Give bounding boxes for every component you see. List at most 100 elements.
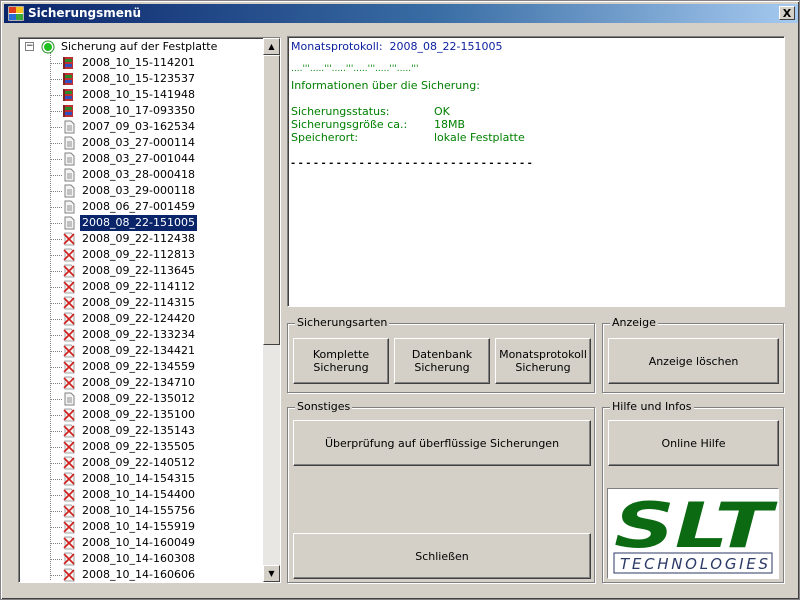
tree-item[interactable]: 2008_03_29-000118 [19,183,259,199]
error-icon [63,296,75,310]
tree-item[interactable]: 2008_10_14-160606 [19,567,259,582]
error-icon [63,280,75,294]
tree-item[interactable]: 2008_09_22-124420 [19,311,259,327]
error-icon [63,440,75,454]
document-icon [64,168,75,182]
clear-display-button[interactable]: Anzeige löschen [608,338,779,384]
title-bar[interactable]: Sicherungsmenü X [4,4,798,23]
tree-item[interactable]: 2008_09_22-135100 [19,407,259,423]
log-output[interactable]: Monatsprotokoll: 2008_08_22-151005 ....'… [287,36,785,307]
tree-item[interactable]: 2008_08_22-151005 [19,214,259,232]
error-icon [63,520,75,534]
tree-item-label: 2007_09_03-162534 [82,120,195,133]
group-title: Sonstiges [295,400,353,414]
log-header: Monatsprotokoll: 2008_08_22-151005 [291,40,503,53]
error-icon [63,248,75,262]
log-separator: - - - - - - - - - - - - - - - - - - - - … [291,158,532,169]
error-icon [63,504,75,518]
tree-item[interactable]: 2008_09_22-114112 [19,279,259,295]
slt-logo: SLT TECHNOLOGIES [607,488,779,579]
tree-item-label: 2008_10_14-155756 [82,504,195,517]
app-window: Sicherungsmenü X − Sicherung auf der Fest… [0,0,800,600]
scroll-down-button[interactable]: ▼ [263,565,280,582]
error-icon [63,408,75,422]
monthly-log-backup-button[interactable]: Monatsprotokoll Sicherung [495,338,591,384]
log-row-value: lokale Festplatte [434,131,525,144]
close-button[interactable]: Schließen [293,533,591,579]
tree-item[interactable]: 2008_09_22-113645 [19,263,259,279]
tree-item[interactable]: 2008_09_22-135505 [19,439,259,455]
tree-item[interactable]: 2008_10_15-141948 [19,87,259,103]
error-icon [63,568,75,582]
status-green-icon [41,40,55,54]
tree-root[interactable]: − Sicherung auf der Festplatte [19,39,259,55]
tree-item[interactable]: 2008_10_14-160308 [19,551,259,567]
group-title: Anzeige [610,316,658,330]
document-icon [64,200,75,214]
online-help-button[interactable]: Online Hilfe [608,420,779,466]
tree-item-label: 2008_06_27-001459 [82,200,195,213]
error-icon [63,344,75,358]
tree-item[interactable]: 2008_09_22-134421 [19,343,259,359]
tree-item[interactable]: 2008_09_22-133234 [19,327,259,343]
monthly-log-backup-label: Monatsprotokoll Sicherung [499,348,587,374]
tree-item[interactable]: 2008_03_28-000418 [19,167,259,183]
group-sonstiges: Sonstiges Überprüfung auf überflüssige S… [287,400,595,583]
tree-item-label: 2008_10_15-141948 [82,88,195,101]
full-backup-button[interactable]: Komplette Sicherung [293,338,389,384]
tree-item-label: 2008_10_14-154315 [82,472,195,485]
error-icon [63,312,75,326]
tree-item[interactable]: 2008_09_22-114315 [19,295,259,311]
tree-item-label: 2008_10_14-160049 [82,536,195,549]
document-icon [64,216,75,230]
window-title: Sicherungsmenü [28,6,142,20]
tree-item[interactable]: 2008_10_17-093350 [19,103,259,119]
tree-item[interactable]: 2008_09_22-112438 [19,231,259,247]
check-redundant-backups-button[interactable]: Überprüfung auf überflüssige Sicherungen [293,420,591,466]
tree-item[interactable]: 2008_09_22-140512 [19,455,259,471]
tree-item[interactable]: 2007_09_03-162534 [19,119,259,135]
tree-item[interactable]: 2008_09_22-112813 [19,247,259,263]
close-window-button[interactable]: X [779,6,795,20]
group-title: Hilfe und Infos [610,400,694,414]
tree-item[interactable]: 2008_10_15-123537 [19,71,259,87]
tree-item[interactable]: 2008_09_22-135012 [19,391,259,407]
tree-item[interactable]: 2008_10_14-160049 [19,535,259,551]
group-title: Sicherungsarten [295,316,390,330]
collapse-expander[interactable]: − [25,42,34,51]
scroll-up-button[interactable]: ▲ [263,38,280,55]
error-icon [63,536,75,550]
scroll-thumb[interactable] [263,55,280,345]
tree-item-label: 2008_10_14-154400 [82,488,195,501]
log-info-heading: Informationen über die Sicherung: [291,79,480,92]
tree-item-label: 2008_03_27-000114 [82,136,195,149]
backup-tree[interactable]: − Sicherung auf der Festplatte 2008_10_15-… [18,37,281,583]
tree-item-label: 2008_10_14-155919 [82,520,195,533]
document-icon [64,152,75,166]
group-sicherungsarten: Sicherungsarten Komplette Sicherung Date… [287,316,595,393]
document-icon [64,392,75,406]
full-backup-label: Komplette Sicherung [312,348,370,374]
tree-item-label: 2008_10_15-114201 [82,56,195,69]
tree-item-label: 2008_10_17-093350 [82,104,195,117]
log-row-label: Speicherort: [291,131,359,144]
tree-item[interactable]: 2008_10_14-154315 [19,471,259,487]
tree-scrollbar[interactable]: ▲ ▼ [263,38,280,582]
tree-item[interactable]: 2008_10_14-154400 [19,487,259,503]
tree-item[interactable]: 2008_03_27-001044 [19,151,259,167]
tree-item[interactable]: 2008_09_22-135143 [19,423,259,439]
tree-item[interactable]: 2008_09_22-134559 [19,359,259,375]
tree-item-label: 2008_09_22-113645 [82,264,195,277]
log-dots: ....'''.....'''.....'''.....'''.....'''.… [291,64,419,74]
archive-icon [63,89,73,101]
tree-item-label: 2008_09_22-133234 [82,328,195,341]
error-icon [63,552,75,566]
tree-item[interactable]: 2008_09_22-134710 [19,375,259,391]
tree-item[interactable]: 2008_03_27-000114 [19,135,259,151]
tree-item[interactable]: 2008_10_15-114201 [19,55,259,71]
tree-item[interactable]: 2008_06_27-001459 [19,199,259,215]
database-backup-button[interactable]: Datenbank Sicherung [394,338,490,384]
tree-item[interactable]: 2008_10_14-155919 [19,519,259,535]
tree-item[interactable]: 2008_10_14-155756 [19,503,259,519]
log-row-value: OK [434,105,450,118]
